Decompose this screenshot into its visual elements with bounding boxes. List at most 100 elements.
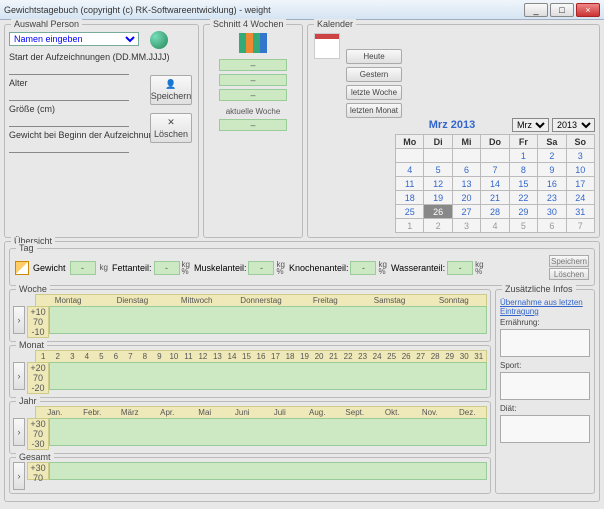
calendar-day[interactable]: 2 <box>538 149 566 163</box>
tag-section: Tag Gewicht - kg Fettanteil:-kg % Muskel… <box>9 248 595 286</box>
calendar-day[interactable]: 6 <box>538 219 566 233</box>
schnitt-val-2: – <box>219 74 287 86</box>
window-title: Gewichtstagebuch (copyright (c) RK-Softw… <box>4 5 524 15</box>
calendar-day[interactable]: 11 <box>396 177 424 191</box>
calendar-day[interactable]: 8 <box>509 163 537 177</box>
gesamt-expand[interactable]: › <box>13 462 25 490</box>
calendar-day[interactable]: 16 <box>538 177 566 191</box>
ernaehrung-input[interactable] <box>500 329 590 357</box>
person-select[interactable]: Namen eingeben <box>9 32 139 46</box>
calendar-day[interactable]: 21 <box>481 191 509 205</box>
woche-expand[interactable]: › <box>13 306 25 334</box>
calendar-day[interactable]: 5 <box>424 163 452 177</box>
gewicht-value[interactable]: - <box>70 261 96 275</box>
calendar-day[interactable]: 2 <box>424 219 452 233</box>
calendar-day[interactable] <box>396 149 424 163</box>
person-group: Auswahl Person Namen eingeben Start der … <box>4 24 199 238</box>
calendar-day[interactable]: 24 <box>566 191 594 205</box>
tag-save-button[interactable]: Speichern <box>549 255 589 267</box>
calendar-day[interactable]: 22 <box>509 191 537 205</box>
maximize-button[interactable]: □ <box>550 3 574 17</box>
calendar-day[interactable]: 29 <box>509 205 537 219</box>
calendar-day[interactable]: 1 <box>396 219 424 233</box>
calendar-day[interactable] <box>452 149 480 163</box>
gestern-button[interactable]: Gestern <box>346 67 402 82</box>
gewicht-unit: kg <box>100 264 108 271</box>
jahr-section: Jahr Jan.Febr.MärzApr.MaiJuniJuliAug.Sep… <box>9 401 491 454</box>
calendar-day[interactable]: 20 <box>452 191 480 205</box>
calendar-day[interactable]: 7 <box>481 163 509 177</box>
start-input[interactable] <box>9 63 129 75</box>
heute-button[interactable]: Heute <box>346 49 402 64</box>
letzte-woche-button[interactable]: letzte Woche <box>346 85 402 100</box>
jahr-expand[interactable]: › <box>13 418 25 446</box>
monat-expand[interactable]: › <box>13 362 25 390</box>
gewicht-input[interactable] <box>9 141 129 153</box>
calendar-day[interactable]: 9 <box>538 163 566 177</box>
calendar-day[interactable]: 12 <box>424 177 452 191</box>
gewicht-label: Gewicht <box>33 263 66 273</box>
calendar-day[interactable]: 4 <box>396 163 424 177</box>
wasser-value[interactable]: - <box>447 261 473 275</box>
calendar-table: MoDiMiDoFrSaSo 1234567891011121314151617… <box>395 134 595 233</box>
letzten-monat-button[interactable]: letzten Monat <box>346 103 402 118</box>
calendar-day[interactable]: 4 <box>481 219 509 233</box>
close-button[interactable]: × <box>576 3 600 17</box>
gesamt-plot <box>49 462 487 480</box>
side-group: Zusätzliche Infos Übernahme aus letzten … <box>495 289 595 494</box>
calendar-day[interactable]: 27 <box>452 205 480 219</box>
month-year: Mrz 2013 <box>395 119 509 131</box>
calendar-day[interactable]: 10 <box>566 163 594 177</box>
calendar-day[interactable]: 30 <box>538 205 566 219</box>
calendar-day[interactable]: 6 <box>452 163 480 177</box>
calendar-day[interactable]: 15 <box>509 177 537 191</box>
delete-button[interactable]: ✕Löschen <box>150 113 192 143</box>
kalender-legend: Kalender <box>314 19 356 29</box>
diaet-input[interactable] <box>500 415 590 443</box>
schnitt-val-1: – <box>219 59 287 71</box>
month-select[interactable]: Mrz <box>512 118 549 132</box>
year-select[interactable]: 2013 <box>552 118 595 132</box>
globe-icon[interactable] <box>150 31 168 49</box>
calendar-day[interactable]: 3 <box>566 149 594 163</box>
tag-delete-button[interactable]: Löschen <box>549 268 589 280</box>
sport-input[interactable] <box>500 372 590 400</box>
person-icon: 👤 <box>165 79 176 90</box>
fett-value[interactable]: - <box>154 261 180 275</box>
delete-icon: ✕ <box>167 117 175 128</box>
calendar-day[interactable] <box>424 149 452 163</box>
woche-plot <box>49 306 487 334</box>
calendar-day[interactable]: 3 <box>452 219 480 233</box>
calendar-day[interactable] <box>481 149 509 163</box>
schnitt-legend: Schnitt 4 Wochen <box>210 19 286 29</box>
start-label: Start der Aufzeichnungen (DD.MM.JJJJ) <box>9 52 194 62</box>
calendar-day[interactable]: 31 <box>566 205 594 219</box>
schnitt-val-3: – <box>219 89 287 101</box>
calendar-day[interactable]: 7 <box>566 219 594 233</box>
knoch-value[interactable]: - <box>350 261 376 275</box>
jahr-plot <box>49 418 487 446</box>
calendar-day[interactable]: 23 <box>538 191 566 205</box>
calendar-day[interactable]: 5 <box>509 219 537 233</box>
calendar-day[interactable]: 25 <box>396 205 424 219</box>
calendar-day[interactable]: 18 <box>396 191 424 205</box>
musk-value[interactable]: - <box>248 261 274 275</box>
woche-section: Woche MontagDienstagMittwochDonnerstagFr… <box>9 289 491 342</box>
calendar-day[interactable]: 26 <box>424 205 452 219</box>
groesse-input[interactable] <box>9 115 129 127</box>
calendar-day[interactable]: 17 <box>566 177 594 191</box>
gesamt-section: Gesamt › +3070 <box>9 457 491 494</box>
calendar-day[interactable]: 14 <box>481 177 509 191</box>
monat-plot <box>49 362 487 390</box>
calendar-day[interactable]: 28 <box>481 205 509 219</box>
calendar-day[interactable]: 19 <box>424 191 452 205</box>
minimize-button[interactable]: _ <box>524 3 548 17</box>
calendar-day[interactable]: 13 <box>452 177 480 191</box>
uebernahme-label[interactable]: Übernahme aus letzten Eintragung <box>500 298 590 316</box>
alter-input[interactable] <box>9 89 129 101</box>
pen-icon[interactable] <box>15 261 29 275</box>
calendar-day[interactable]: 1 <box>509 149 537 163</box>
tag-legend: Tag <box>16 243 37 253</box>
save-button[interactable]: 👤Speichern <box>150 75 192 105</box>
monat-section: Monat 1234567891011121314151617181920212… <box>9 345 491 398</box>
